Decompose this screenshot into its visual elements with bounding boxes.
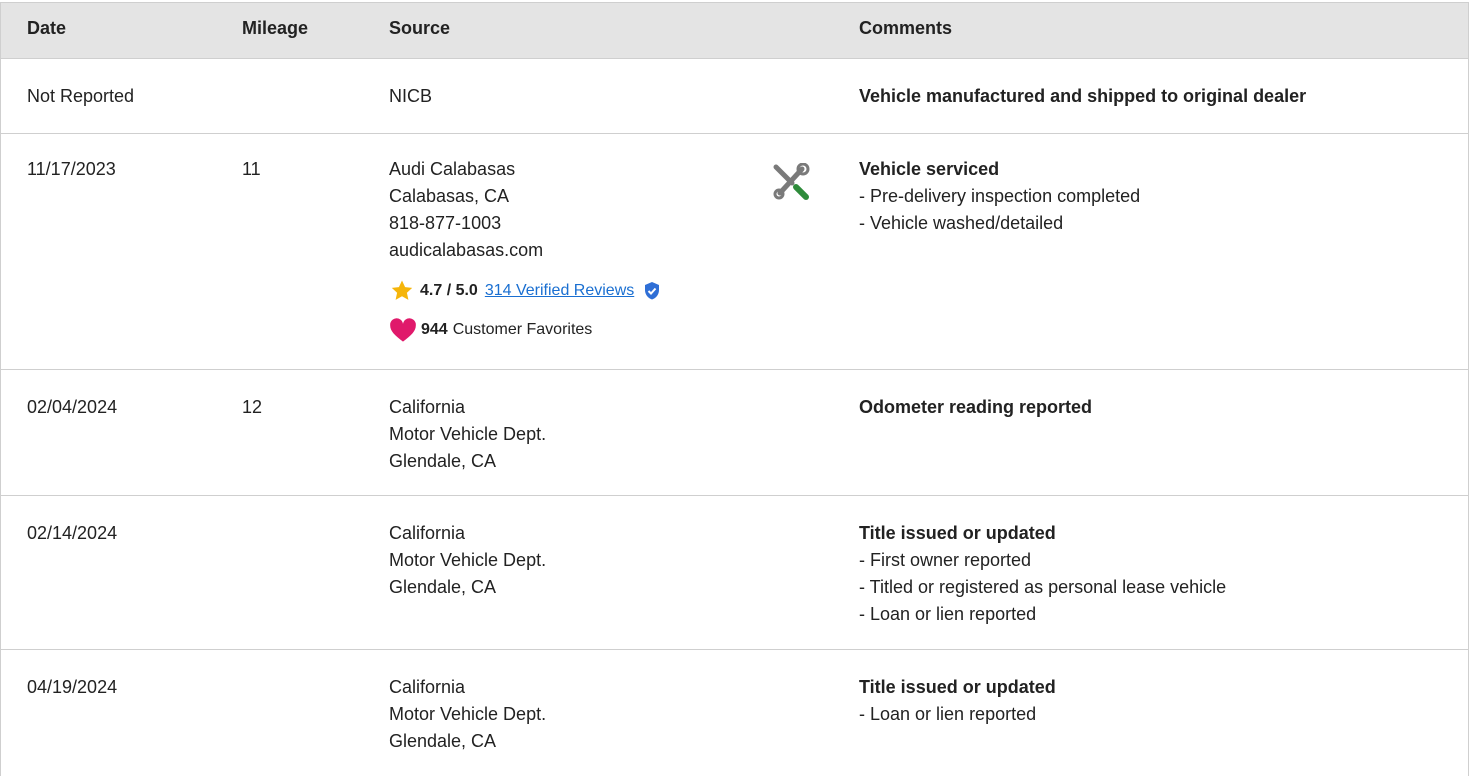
table-row: 02/14/2024 California Motor Vehicle Dept… [1, 496, 1468, 650]
row-comments: Vehicle manufactured and shipped to orig… [859, 83, 1306, 110]
heart-icon [390, 318, 416, 342]
dealer-website[interactable]: audicalabasas.com [389, 237, 543, 264]
source-line: California [389, 523, 466, 543]
source-line: Glendale, CA [389, 577, 497, 597]
row-date: 02/04/2024 [27, 397, 118, 417]
comment-title: Vehicle manufactured and shipped to orig… [859, 86, 1307, 106]
header-source: Source [389, 18, 451, 38]
verified-badge-icon [645, 282, 660, 300]
dealer-rating: 4.7 / 5.0 314 Verified Reviews [389, 279, 661, 303]
row-date: Not Reported [27, 86, 135, 106]
comment-item: - Titled or registered as personal lease… [859, 577, 1227, 597]
header-comments: Comments [859, 18, 953, 38]
favorites-count: 944 [421, 321, 448, 338]
dealer-phone[interactable]: 818-877-1003 [389, 210, 543, 237]
source-line: Glendale, CA [389, 731, 497, 751]
header-date: Date [27, 18, 67, 38]
source-line: NICB [389, 86, 433, 106]
comment-title: Odometer reading reported [859, 397, 1093, 417]
table-row: 04/19/2024 California Motor Vehicle Dept… [1, 650, 1468, 776]
dealer-location: Calabasas, CA [389, 186, 510, 206]
source-line: Motor Vehicle Dept. [389, 550, 547, 570]
row-source: Audi Calabasas Calabasas, CA 818-877-100… [389, 156, 543, 264]
table-row: Not Reported NICB Vehicle manufactured a… [1, 59, 1468, 134]
table-row: 02/04/2024 12 California Motor Vehicle D… [1, 370, 1468, 496]
row-date: 11/17/2023 [27, 159, 116, 179]
row-date: 02/14/2024 [27, 523, 118, 543]
star-icon [391, 280, 413, 300]
row-comments: Vehicle serviced - Pre-delivery inspecti… [859, 156, 1140, 237]
verified-reviews-link[interactable]: 314 Verified Reviews [485, 282, 634, 300]
comment-item: - First owner reported [859, 550, 1032, 570]
row-source: NICB [389, 83, 432, 110]
row-date: 04/19/2024 [27, 677, 118, 697]
header-mileage: Mileage [242, 18, 309, 38]
row-source: California Motor Vehicle Dept. Glendale,… [389, 674, 546, 755]
comment-item: - Loan or lien reported [859, 704, 1037, 724]
row-comments: Title issued or updated - First owner re… [859, 520, 1226, 628]
customer-favorites: 944 Customer Favorites [389, 317, 592, 343]
row-comments: Odometer reading reported [859, 394, 1092, 421]
table-row: 11/17/2023 11 Audi Calabasas Calabasas, … [1, 134, 1468, 370]
comment-title: Title issued or updated [859, 677, 1056, 697]
row-mileage: 12 [242, 397, 263, 417]
favorites-label: Customer Favorites [452, 321, 593, 338]
comment-item: - Pre-delivery inspection completed [859, 186, 1141, 206]
table-header: Date Mileage Source Comments [1, 2, 1468, 59]
source-line: Glendale, CA [389, 451, 497, 471]
source-line: Motor Vehicle Dept. [389, 424, 547, 444]
source-line: Motor Vehicle Dept. [389, 704, 547, 724]
comment-item: - Vehicle washed/detailed [859, 213, 1064, 233]
source-line: California [389, 677, 466, 697]
row-comments: Title issued or updated - Loan or lien r… [859, 674, 1056, 728]
wrench-screwdriver-icon [772, 162, 812, 206]
row-source: California Motor Vehicle Dept. Glendale,… [389, 520, 546, 601]
row-source: California Motor Vehicle Dept. Glendale,… [389, 394, 546, 475]
rating-value: 4.7 / 5.0 [420, 282, 478, 299]
source-line: California [389, 397, 466, 417]
comment-title: Title issued or updated [859, 523, 1056, 543]
vehicle-history-table: Date Mileage Source Comments Not Reporte… [0, 2, 1469, 776]
comment-item: - Loan or lien reported [859, 604, 1037, 624]
comment-title: Vehicle serviced [859, 159, 1000, 179]
row-mileage: 11 [242, 159, 261, 179]
dealer-name: Audi Calabasas [389, 159, 516, 179]
